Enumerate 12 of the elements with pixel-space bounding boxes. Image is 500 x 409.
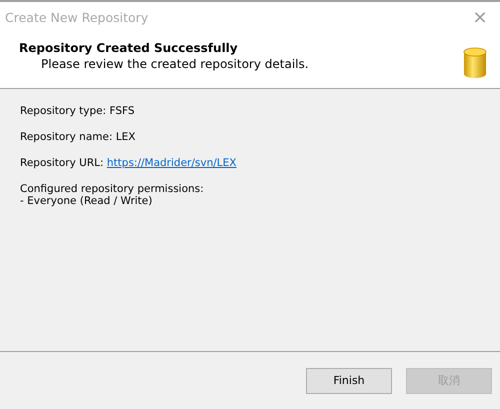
detail-text: Repository URL: https://Madrider/svn/LEX [20,157,238,169]
url-link[interactable]: https://Madrider/svn/LEX [106,157,236,169]
detail-text: Configured repository permissions: [20,183,205,195]
detail-text: Repository type: FSFS [20,105,136,117]
close-button[interactable]: × [460,2,500,32]
window-title: Create New Repository [5,10,148,24]
database-icon [463,47,487,79]
dialog-button[interactable]: Finish [306,368,392,394]
detail-text: - Everyone (Read / Write) [20,195,154,207]
header-subtitle: Please review the created repository details. [40,57,309,71]
header-title: Repository Created Successfully [19,41,239,55]
detail-text: Repository name: LEX [20,131,136,143]
